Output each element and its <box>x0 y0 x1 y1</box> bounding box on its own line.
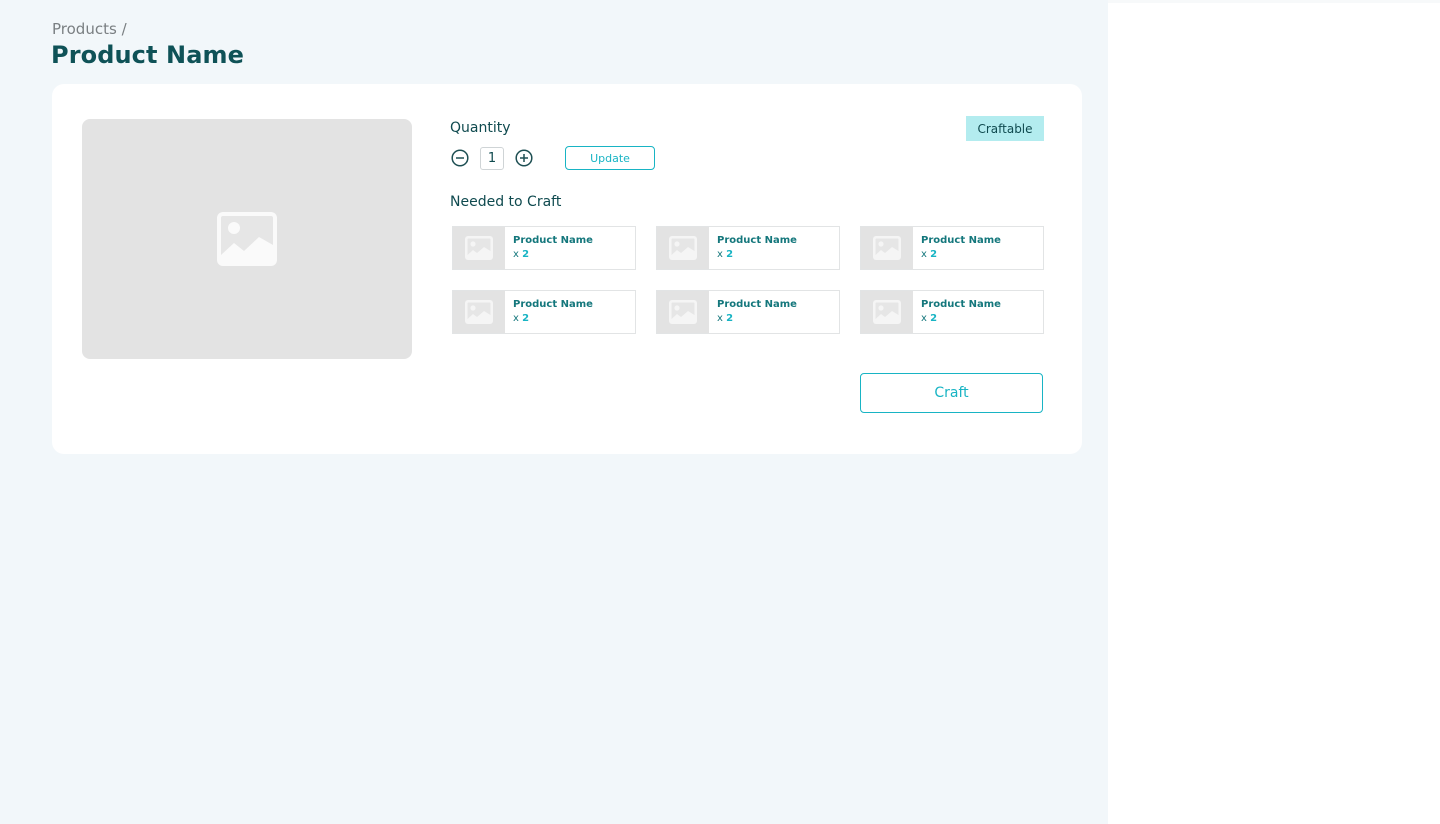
ingredients-grid: Product Name x 2 Product Name x 2 Produc… <box>452 226 1044 334</box>
ingredient-item[interactable]: Product Name x 2 <box>656 290 840 334</box>
breadcrumb: Products / <box>52 20 127 38</box>
ingredient-item[interactable]: Product Name x 2 <box>860 226 1044 270</box>
quantity-label: Quantity <box>450 120 511 136</box>
image-placeholder-icon <box>873 300 901 324</box>
ingredient-item[interactable]: Product Name x 2 <box>656 226 840 270</box>
image-placeholder-icon <box>217 212 277 266</box>
minus-circle-icon <box>451 149 469 167</box>
ingredient-name: Product Name <box>921 299 1001 310</box>
increment-button[interactable] <box>514 148 534 168</box>
ingredient-quantity: x 2 <box>717 247 797 262</box>
needed-to-craft-label: Needed to Craft <box>450 194 562 210</box>
ingredient-quantity: x 2 <box>717 311 797 326</box>
ingredient-qty-value: 2 <box>726 313 734 324</box>
ingredient-qty-prefix: x <box>717 249 723 260</box>
ingredient-thumbnail <box>657 291 709 333</box>
plus-circle-icon <box>515 149 533 167</box>
ingredient-qty-prefix: x <box>921 313 927 324</box>
page-title: Product Name <box>51 41 245 69</box>
ingredient-quantity: x 2 <box>921 247 1001 262</box>
ingredient-item[interactable]: Product Name x 2 <box>452 226 636 270</box>
product-image <box>82 119 412 359</box>
craft-button[interactable]: Craft <box>860 373 1043 413</box>
image-placeholder-icon <box>873 236 901 260</box>
ingredient-thumbnail <box>861 227 913 269</box>
ingredient-name: Product Name <box>717 299 797 310</box>
ingredient-item[interactable]: Product Name x 2 <box>452 290 636 334</box>
ingredient-thumbnail <box>861 291 913 333</box>
ingredient-quantity: x 2 <box>513 311 593 326</box>
ingredient-qty-prefix: x <box>513 249 519 260</box>
image-placeholder-icon <box>465 300 493 324</box>
side-panel <box>1108 0 1440 824</box>
main-content: Products / Product Name Quantity 1 Updat… <box>0 0 1108 824</box>
update-button[interactable]: Update <box>565 146 655 170</box>
ingredient-qty-prefix: x <box>513 313 519 324</box>
ingredient-name: Product Name <box>513 235 593 246</box>
ingredient-thumbnail <box>453 291 505 333</box>
ingredient-qty-value: 2 <box>930 249 938 260</box>
ingredient-qty-value: 2 <box>522 249 530 260</box>
decrement-button[interactable] <box>450 148 470 168</box>
ingredient-qty-value: 2 <box>930 313 938 324</box>
ingredient-qty-value: 2 <box>726 249 734 260</box>
quantity-input[interactable] <box>480 146 504 170</box>
ingredient-name: Product Name <box>513 299 593 310</box>
image-placeholder-icon <box>669 300 697 324</box>
breadcrumb-products-link[interactable]: Products <box>52 20 117 38</box>
breadcrumb-separator: / <box>121 20 127 38</box>
ingredient-qty-prefix: x <box>717 313 723 324</box>
image-placeholder-icon <box>465 236 493 260</box>
quantity-stepper: Update <box>450 146 655 170</box>
ingredient-name: Product Name <box>921 235 1001 246</box>
status-badge: Craftable <box>966 116 1044 141</box>
ingredient-quantity: x 2 <box>513 247 593 262</box>
ingredient-qty-value: 2 <box>522 313 530 324</box>
product-card: Quantity Update Craftable Needed to Craf… <box>52 84 1082 454</box>
ingredient-name: Product Name <box>717 235 797 246</box>
ingredient-thumbnail <box>453 227 505 269</box>
ingredient-qty-prefix: x <box>921 249 927 260</box>
ingredient-thumbnail <box>657 227 709 269</box>
ingredient-item[interactable]: Product Name x 2 <box>860 290 1044 334</box>
ingredient-quantity: x 2 <box>921 311 1001 326</box>
image-placeholder-icon <box>669 236 697 260</box>
